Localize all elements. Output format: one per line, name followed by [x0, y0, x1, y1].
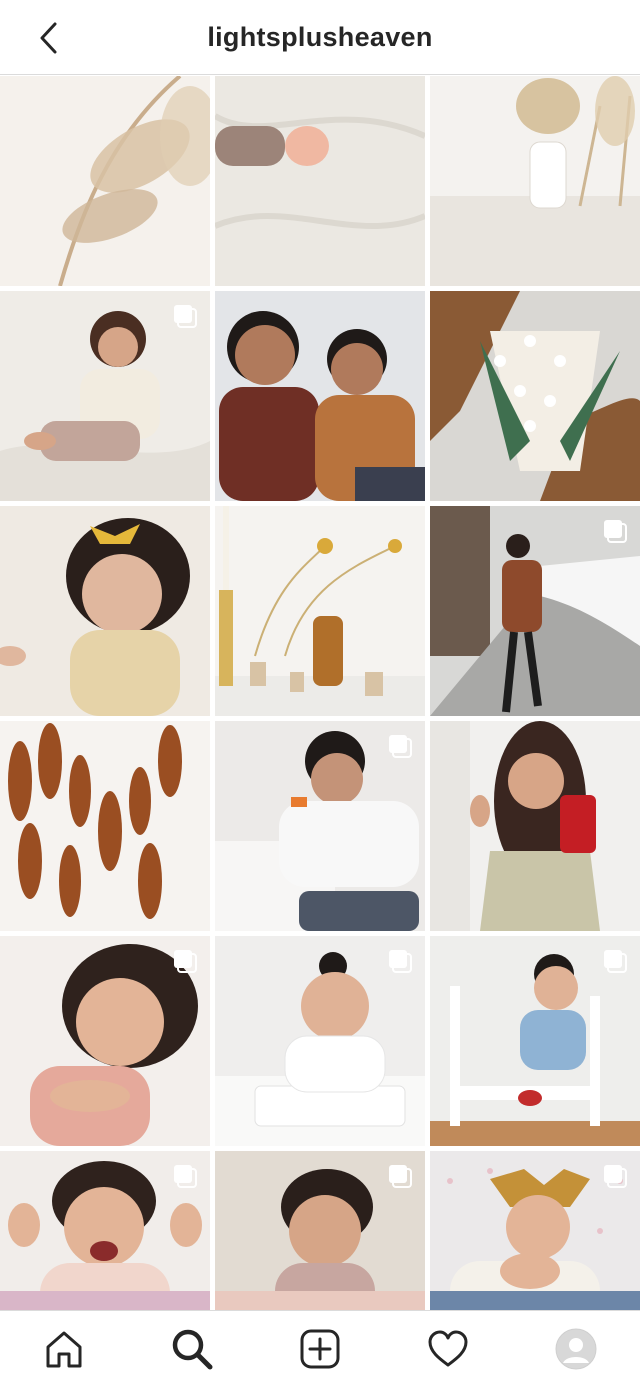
multiple-photos-icon	[604, 950, 627, 973]
post-thumbnail	[215, 291, 425, 501]
nav-profile-button[interactable]	[544, 1317, 608, 1381]
grid-post-3-2[interactable]	[215, 506, 425, 716]
photo-grid	[0, 76, 640, 1361]
multiple-photos-icon	[174, 950, 197, 973]
nav-home-button[interactable]	[32, 1317, 96, 1381]
nav-activity-button[interactable]	[416, 1317, 480, 1381]
heart-icon	[428, 1330, 468, 1366]
grid-post-7-3[interactable]	[430, 1291, 640, 1310]
grid-post-1-1[interactable]	[0, 76, 210, 286]
multiple-photos-icon	[604, 520, 627, 543]
nav-search-button[interactable]	[160, 1317, 224, 1381]
multiple-photos-icon	[174, 1165, 197, 1188]
grid-post-7-2[interactable]	[215, 1291, 425, 1310]
partially-visible-row	[0, 1291, 640, 1310]
multiple-photos-icon	[389, 735, 412, 758]
bottom-navigation	[0, 1310, 640, 1386]
post-thumbnail	[430, 721, 640, 931]
post-thumbnail	[430, 76, 640, 286]
top-bar: lightsplusheaven	[0, 0, 640, 75]
nav-new-post-button[interactable]	[288, 1317, 352, 1381]
home-icon	[46, 1331, 82, 1367]
grid-post-2-3[interactable]	[430, 291, 640, 501]
grid-post-5-3[interactable]	[430, 936, 640, 1146]
grid-post-4-1[interactable]	[0, 721, 210, 931]
grid-post-4-2[interactable]	[215, 721, 425, 931]
post-thumbnail	[215, 76, 425, 286]
search-icon	[172, 1329, 213, 1369]
post-thumbnail	[430, 291, 640, 501]
grid-post-2-1[interactable]	[0, 291, 210, 501]
multiple-photos-icon	[604, 1165, 627, 1188]
grid-post-5-1[interactable]	[0, 936, 210, 1146]
grid-post-7-1[interactable]	[0, 1291, 210, 1310]
grid-post-3-1[interactable]	[0, 506, 210, 716]
grid-post-1-2[interactable]	[215, 76, 425, 286]
grid-post-1-3[interactable]	[430, 76, 640, 286]
post-thumbnail	[0, 76, 210, 286]
grid-post-3-3[interactable]	[430, 506, 640, 716]
post-thumbnail	[0, 721, 210, 931]
profile-avatar	[555, 1328, 597, 1369]
grid-post-2-2[interactable]	[215, 291, 425, 501]
post-thumbnail	[215, 506, 425, 716]
post-thumbnail	[0, 506, 210, 716]
multiple-photos-icon	[389, 950, 412, 973]
multiple-photos-icon	[389, 1165, 412, 1188]
grid-post-5-2[interactable]	[215, 936, 425, 1146]
multiple-photos-icon	[174, 305, 197, 328]
add-post-icon	[300, 1329, 340, 1368]
profile-username: lightsplusheaven	[207, 22, 433, 52]
grid-post-4-3[interactable]	[430, 721, 640, 931]
